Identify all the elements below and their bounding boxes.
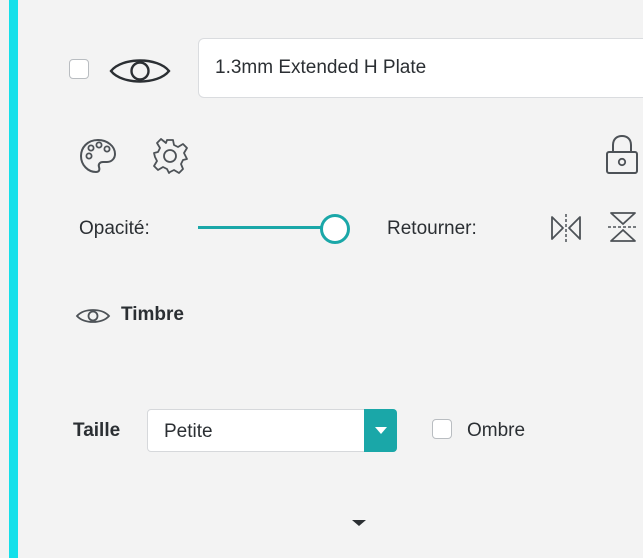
eye-icon[interactable]	[75, 306, 111, 326]
size-label: Taille	[73, 420, 121, 441]
chevron-down-icon[interactable]	[364, 409, 397, 452]
opacity-slider-thumb[interactable]	[320, 214, 350, 244]
shadow-checkbox[interactable]	[432, 419, 452, 439]
eye-icon[interactable]	[108, 54, 172, 88]
opacity-slider-track	[198, 226, 322, 229]
size-select[interactable]: Petite	[147, 409, 397, 452]
lock-icon[interactable]	[604, 134, 640, 176]
flip-label: Retourner:	[387, 218, 477, 239]
shadow-label: Ombre	[467, 420, 526, 441]
opacity-slider[interactable]	[198, 211, 358, 245]
layer-name-input[interactable]	[198, 38, 643, 98]
palette-icon[interactable]	[78, 136, 118, 176]
expand-caret-icon[interactable]	[352, 520, 366, 526]
stamp-label: Timbre	[121, 304, 185, 325]
accent-bar	[9, 0, 18, 558]
gear-icon[interactable]	[150, 136, 190, 176]
flip-horizontal-icon[interactable]	[549, 212, 583, 244]
size-select-value: Petite	[164, 421, 213, 442]
opacity-label: Opacité:	[79, 218, 150, 239]
flip-vertical-icon[interactable]	[606, 210, 640, 244]
layer-select-checkbox[interactable]	[69, 59, 89, 79]
